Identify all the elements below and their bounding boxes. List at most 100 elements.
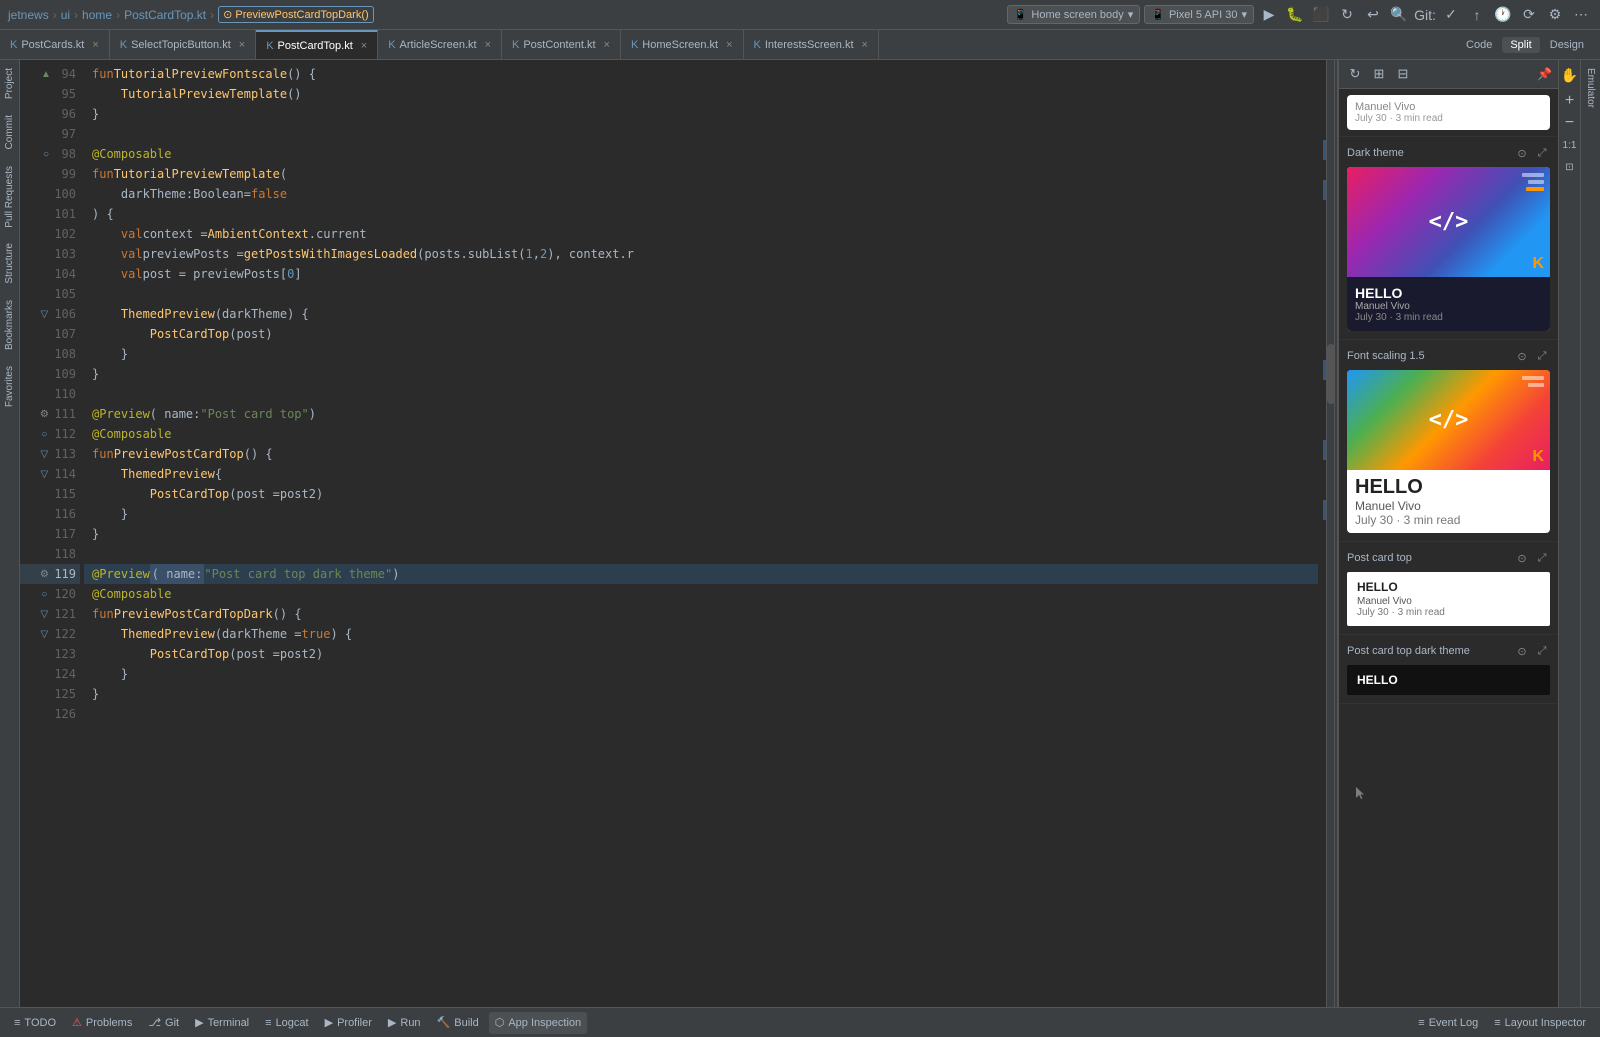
code-scrollbar-thumb[interactable] [1327,344,1334,404]
gutter-icon-111[interactable]: ⚙ [37,409,51,420]
sidebar-item-emulator[interactable]: Emulator [1582,60,1599,116]
save-preview-btn[interactable]: ⊙ [1514,145,1530,161]
code-line-104[interactable]: val post = previewPosts[0] [84,264,1318,284]
code-line-111[interactable]: @Preview( name: "Post card top") [84,404,1318,424]
open-font-preview-btn[interactable]: ⤢ [1534,348,1550,364]
code-line-95[interactable]: TutorialPreviewTemplate() [84,84,1318,104]
tab-close-postcards[interactable]: × [92,39,98,51]
gutter-icon-106[interactable]: ▽ [37,309,51,320]
tab-close-homescreen[interactable]: × [726,39,732,51]
run-button[interactable]: ▶ [1258,4,1280,26]
tab-articlescreen[interactable]: K ArticleScreen.kt × [378,30,502,59]
code-line-126[interactable] [84,704,1318,724]
status-problems[interactable]: ⚠ Problems [66,1012,138,1034]
refresh-icon[interactable]: ⟳ [1518,4,1540,26]
status-terminal[interactable]: ▶ Terminal [189,1012,255,1034]
code-line-125[interactable]: } [84,684,1318,704]
refresh-preview-btn[interactable]: ↻ [1345,64,1365,84]
device-dropdown[interactable]: 📱 Pixel 5 API 30 ▾ [1144,5,1254,24]
code-line-110[interactable] [84,384,1318,404]
tab-selecttopic[interactable]: K SelectTopicButton.kt × [110,30,256,59]
gutter-icon-122[interactable]: ▽ [37,629,51,640]
open-preview-btn[interactable]: ⤢ [1534,145,1550,161]
undo-button[interactable]: ↩ [1362,4,1384,26]
code-content[interactable]: fun TutorialPreviewFontscale() { Tutoria… [80,60,1326,1007]
zoom-in-btn[interactable]: + [1561,92,1579,110]
zoom-out-btn[interactable]: − [1561,114,1579,132]
code-line-120[interactable]: @Composable [84,584,1318,604]
code-line-112[interactable]: @Composable [84,424,1318,444]
layout-btn[interactable]: ⊟ [1393,64,1413,84]
sidebar-item-commit[interactable]: Commit [1,107,18,157]
code-line-108[interactable]: } [84,344,1318,364]
sidebar-item-favorites[interactable]: Favorites [1,358,18,415]
status-todo[interactable]: ≡ TODO [8,1012,62,1034]
open-pcd-btn[interactable]: ⤢ [1534,643,1550,659]
gutter-icon-119[interactable]: ⚙ [37,569,51,580]
code-line-98[interactable]: @Composable [84,144,1318,164]
breadcrumb-function[interactable]: ⊙ PreviewPostCardTopDark() [218,6,374,23]
sidebar-item-structure[interactable]: Structure [1,235,18,292]
status-build[interactable]: 🔨 Build [431,1012,485,1034]
save-font-preview-btn[interactable]: ⊙ [1514,348,1530,364]
tab-interestsscreen[interactable]: K InterestsScreen.kt × [744,30,879,59]
gutter-icon-98[interactable]: ○ [39,149,53,160]
code-line-115[interactable]: PostCardTop(post = post2) [84,484,1318,504]
sidebar-item-project[interactable]: Project [1,60,18,107]
code-line-122[interactable]: ThemedPreview(darkTheme = true) { [84,624,1318,644]
commit-icon[interactable]: ✓ [1440,4,1462,26]
tab-close-interestsscreen[interactable]: × [862,39,868,51]
gutter-icon-112[interactable]: ○ [37,429,51,440]
tab-postcardtop[interactable]: K PostCardTop.kt × [256,30,378,59]
code-line-124[interactable]: } [84,664,1318,684]
breadcrumb-ui[interactable]: ui [61,8,70,22]
status-profiler[interactable]: ▶ Profiler [319,1012,378,1034]
settings-icon[interactable]: ⚙ [1544,4,1566,26]
code-line-100[interactable]: darkTheme: Boolean = false [84,184,1318,204]
status-logcat[interactable]: ≡ Logcat [259,1012,314,1034]
zoom-reset-btn[interactable]: 1:1 [1561,136,1579,154]
sidebar-item-bookmarks[interactable]: Bookmarks [1,292,18,358]
code-line-101[interactable]: ) { [84,204,1318,224]
status-run[interactable]: ▶ Run [382,1012,427,1034]
open-pct-btn[interactable]: ⤢ [1534,550,1550,566]
history-icon[interactable]: 🕐 [1492,4,1514,26]
grid-view-btn[interactable]: ⊞ [1369,64,1389,84]
code-line-97[interactable] [84,124,1318,144]
hand-tool-btn[interactable]: ✋ [1561,66,1579,84]
gutter-icon-114[interactable]: ▽ [37,469,51,480]
debug-button[interactable]: 🐛 [1284,4,1306,26]
tab-close-articlescreen[interactable]: × [485,39,491,51]
status-layout-inspector[interactable]: ≡ Layout Inspector [1488,1012,1592,1034]
code-line-96[interactable]: } [84,104,1318,124]
code-line-105[interactable] [84,284,1318,304]
gutter-icon-121[interactable]: ▽ [37,609,51,620]
code-line-103[interactable]: val previewPosts = getPostsWithImagesLoa… [84,244,1318,264]
tab-close-postcontent[interactable]: × [604,39,610,51]
tab-postcontent[interactable]: K PostContent.kt × [502,30,621,59]
gutter-icon-120[interactable]: ○ [37,589,51,600]
breadcrumb-jetnews[interactable]: jetnews [8,8,49,22]
code-line-123[interactable]: PostCardTop(post = post2) [84,644,1318,664]
push-icon[interactable]: ↑ [1466,4,1488,26]
code-line-119[interactable]: @Preview( name: "Post card top dark them… [84,564,1318,584]
tab-close-selecttopic[interactable]: × [239,39,245,51]
view-design-btn[interactable]: Design [1542,37,1592,53]
status-event-log[interactable]: ≡ Event Log [1412,1012,1484,1034]
tab-postcards[interactable]: K PostCards.kt × [0,30,110,59]
gutter-icon-94[interactable]: ▲ [39,69,53,80]
breadcrumb-file[interactable]: PostCardTop.kt [124,8,206,22]
code-line-117[interactable]: } [84,524,1318,544]
code-line-114[interactable]: ThemedPreview { [84,464,1318,484]
tab-close-postcardtop[interactable]: × [361,40,367,52]
screen-dropdown[interactable]: 📱 Home screen body ▾ [1007,5,1141,24]
more-icon[interactable]: ⋯ [1570,4,1592,26]
status-git[interactable]: ⎇ Git [142,1012,185,1034]
code-line-113[interactable]: fun PreviewPostCardTop() { [84,444,1318,464]
save-pcd-btn[interactable]: ⊙ [1514,643,1530,659]
tab-homescreen[interactable]: K HomeScreen.kt × [621,30,744,59]
breadcrumb-home[interactable]: home [82,8,112,22]
code-line-118[interactable] [84,544,1318,564]
git-icon[interactable]: Git: [1414,4,1436,26]
gutter-icon-113[interactable]: ▽ [37,449,51,460]
